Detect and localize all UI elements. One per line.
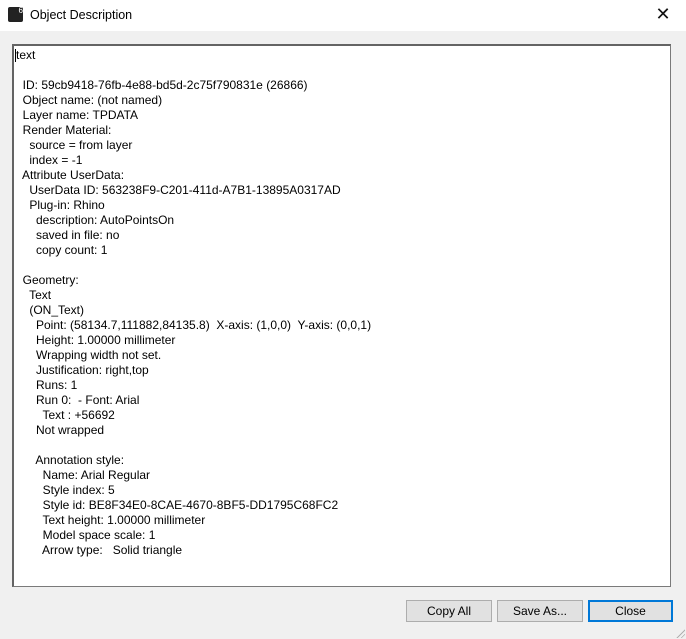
description-line: Object name: (not named) — [16, 93, 163, 107]
description-line: description: AutoPointsOn — [16, 213, 175, 227]
description-line: Model space scale: 1 — [16, 528, 156, 542]
description-line: Run 0: - Font: Arial — [16, 393, 140, 407]
description-line: (ON_Text) — [16, 303, 85, 317]
description-line: Name: Arial Regular — [16, 468, 151, 482]
window-title: Object Description — [30, 8, 133, 22]
description-line: Runs: 1 — [16, 378, 78, 392]
description-line: Arrow type: Solid triangle — [16, 543, 183, 557]
rhino-app-icon: 6 — [8, 7, 23, 22]
description-line — [16, 258, 371, 273]
description-line: Annotation style: — [16, 453, 125, 467]
description-line: copy count: 1 — [16, 243, 108, 257]
description-line: Height: 1.00000 millimeter — [16, 333, 176, 347]
description-line: Render Material: — [16, 123, 112, 137]
close-window-icon[interactable]: ✕ — [640, 0, 686, 31]
description-line: ID: 59cb9418-76fb-4e88-bd5d-2c75f790831e… — [16, 78, 308, 92]
description-line: Text : +56692 — [16, 408, 115, 422]
description-line: Text height: 1.00000 millimeter — [16, 513, 206, 527]
description-line: Attribute UserData: — [16, 168, 125, 182]
description-line: Layer name: TPDATA — [16, 108, 139, 122]
description-line: Plug-in: Rhino — [16, 198, 105, 212]
description-line — [16, 63, 371, 78]
description-line: index = -1 — [16, 153, 83, 167]
description-line: Wrapping width not set. — [16, 348, 162, 362]
description-lines: text ID: 59cb9418-76fb-4e88-bd5d-2c75f79… — [16, 48, 371, 558]
description-line: Point: (58134.7,111882,84135.8) X-axis: … — [16, 318, 372, 332]
description-line: Geometry: — [16, 273, 79, 287]
description-line: Justification: right,top — [16, 363, 149, 377]
description-line: text — [16, 48, 36, 62]
description-line: source = from layer — [16, 138, 133, 152]
save-as-button[interactable]: Save As... — [497, 600, 583, 622]
description-textbox[interactable]: text ID: 59cb9418-76fb-4e88-bd5d-2c75f79… — [12, 44, 671, 587]
resize-grip[interactable] — [675, 628, 685, 638]
copy-all-button[interactable]: Copy All — [406, 600, 492, 622]
description-line — [16, 438, 371, 453]
description-line: saved in file: no — [16, 228, 120, 242]
description-line: Style id: BE8F34E0-8CAE-4670-8BF5-DD1795… — [16, 498, 339, 512]
close-button[interactable]: Close — [588, 600, 673, 622]
description-line: Style index: 5 — [16, 483, 115, 497]
description-line: Not wrapped — [16, 423, 105, 437]
title-bar: 6 Object Description ✕ — [0, 0, 686, 31]
description-line: UserData ID: 563238F9-C201-411d-A7B1-138… — [16, 183, 341, 197]
description-line: Text — [16, 288, 52, 302]
